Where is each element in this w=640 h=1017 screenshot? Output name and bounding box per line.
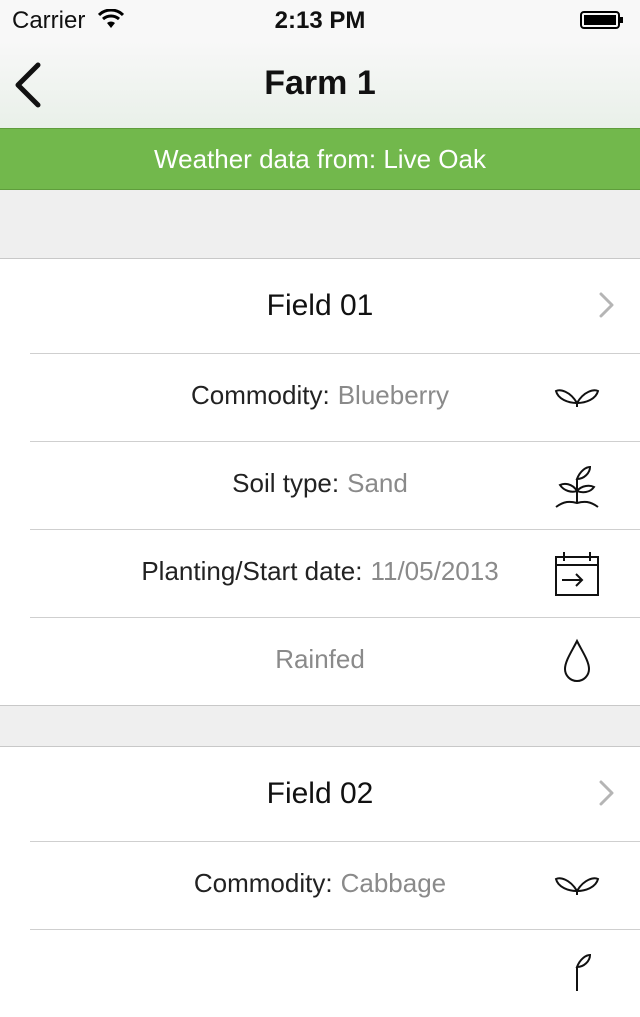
field-section-2: Field 02 Commodity: Cabbage xyxy=(0,746,640,1017)
leaves-icon xyxy=(554,389,600,407)
commodity-value: Cabbage xyxy=(340,868,447,898)
status-bar: Carrier 2:13 PM xyxy=(0,0,640,40)
soil-type-value: Sand xyxy=(347,468,408,498)
planting-date-row[interactable]: Planting/Start date: 11/05/2013 xyxy=(0,529,640,617)
soil-type-label: Soil type: xyxy=(232,468,340,498)
planting-date-label: Planting/Start date: xyxy=(141,556,363,586)
sprout-icon xyxy=(575,953,592,991)
soil-type-row[interactable]: Soil type: Sand xyxy=(0,441,640,529)
chevron-right-icon xyxy=(599,292,614,318)
chevron-right-icon xyxy=(599,780,614,806)
sprout-icon xyxy=(555,465,599,508)
field-name: Field 02 xyxy=(266,777,374,810)
field-name: Field 01 xyxy=(266,289,374,322)
field-header-row[interactable]: Field 01 xyxy=(0,259,640,353)
irrigation-row[interactable]: Rainfed xyxy=(0,617,640,705)
commodity-row[interactable]: Commodity: Blueberry xyxy=(0,353,640,441)
status-time: 2:13 PM xyxy=(274,7,366,34)
weather-banner: Weather data from: Live Oak xyxy=(0,128,640,190)
commodity-value: Blueberry xyxy=(337,380,449,410)
planting-date-value: 11/05/2013 xyxy=(370,556,499,586)
commodity-label: Commodity: xyxy=(193,868,333,898)
soil-type-row[interactable] xyxy=(0,929,640,1017)
battery-icon xyxy=(580,11,623,29)
calendar-icon xyxy=(555,552,599,596)
page-title: Farm 1 xyxy=(264,64,376,102)
irrigation-value: Rainfed xyxy=(275,644,365,674)
commodity-label: Commodity: xyxy=(191,380,330,410)
water-drop-icon xyxy=(563,638,591,682)
commodity-row[interactable]: Commodity: Cabbage xyxy=(0,841,640,929)
field-section-1: Field 01 Commodity: Blueberry Soil type: S… xyxy=(0,258,640,706)
leaves-icon xyxy=(554,877,600,895)
field-header-row[interactable]: Field 02 xyxy=(0,747,640,841)
navigation-bar: Farm 1 xyxy=(0,40,640,128)
